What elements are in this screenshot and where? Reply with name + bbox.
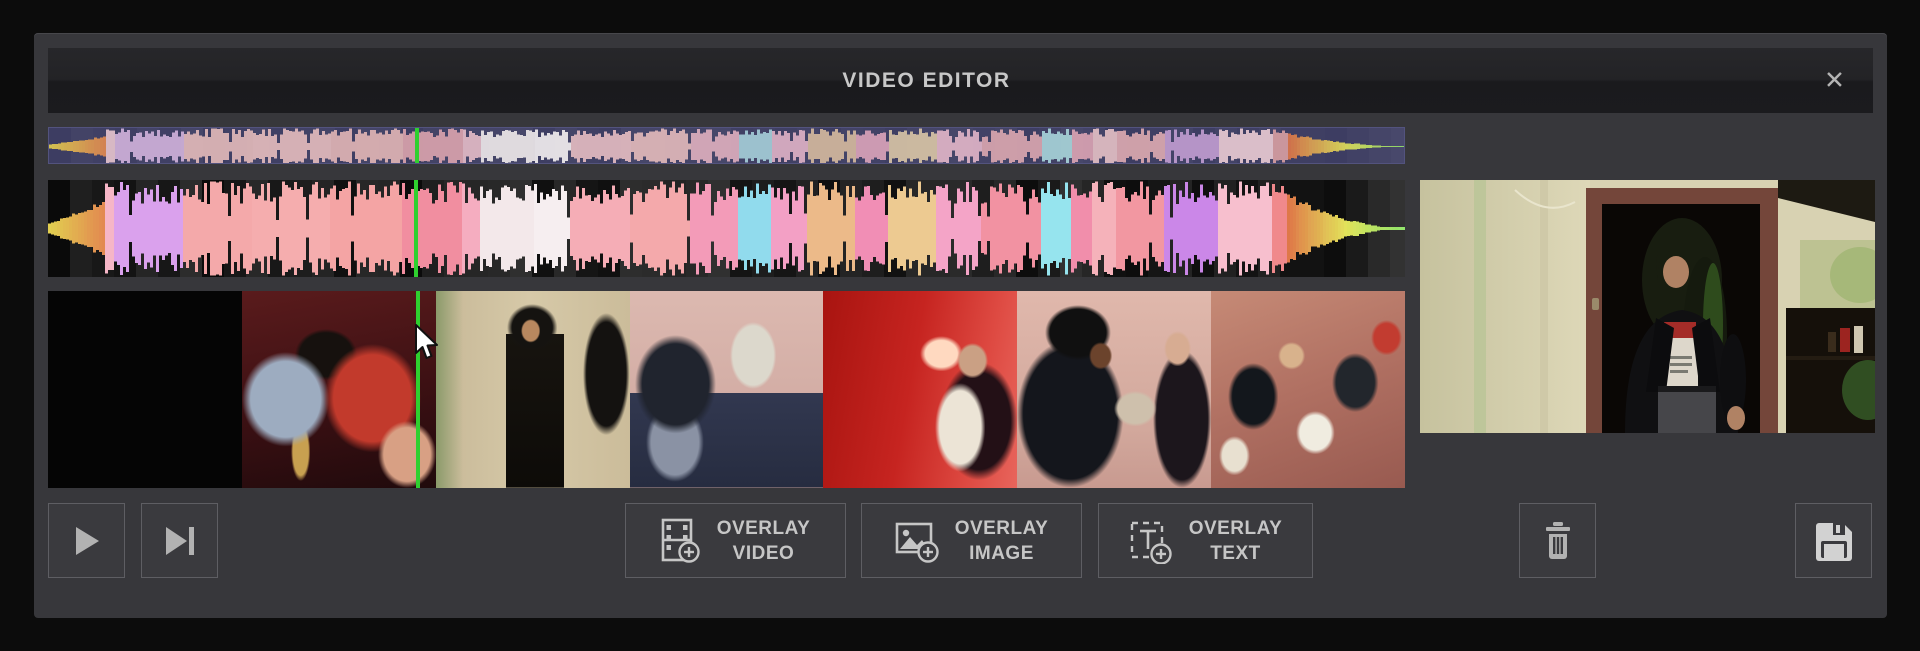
overlay-image-label: OVERLAY IMAGE — [955, 516, 1049, 566]
overlay-text-button[interactable]: OVERLAY TEXT — [1098, 503, 1313, 578]
overlay-text-icon — [1129, 518, 1173, 564]
video-thumbnail-black-frame[interactable] — [48, 291, 242, 488]
video-thumbnail-hat-exchange[interactable] — [1017, 291, 1211, 488]
video-thumbnail-couch-scene[interactable] — [630, 291, 824, 488]
skip-to-end-icon — [164, 525, 196, 557]
delete-button[interactable] — [1519, 503, 1596, 578]
overlay-text-label: OVERLAY TEXT — [1189, 516, 1283, 566]
overview-waveform — [49, 128, 1405, 164]
overlay-video-label: OVERLAY VIDEO — [717, 516, 811, 566]
play-icon — [73, 525, 101, 557]
video-thumbnail-red-curtain-dancer[interactable] — [823, 291, 1017, 488]
playhead-filmstrip[interactable] — [416, 291, 420, 488]
preview-frame-image — [1420, 180, 1875, 433]
window-title: VIDEO EDITOR — [842, 69, 1010, 93]
audio-waveform-track[interactable] — [48, 180, 1405, 277]
play-button[interactable] — [48, 503, 125, 578]
skip-to-end-button[interactable] — [141, 503, 218, 578]
overlay-image-button[interactable]: OVERLAY IMAGE — [861, 503, 1082, 578]
overlay-image-icon — [895, 518, 939, 564]
video-preview — [1420, 180, 1875, 433]
trash-icon — [1541, 520, 1575, 562]
video-timeline-track[interactable] — [48, 291, 1405, 488]
main-waveform — [48, 180, 1405, 277]
close-icon[interactable]: ✕ — [1818, 66, 1851, 95]
video-thumbnail-dancer-in-doorway[interactable] — [436, 291, 630, 488]
save-icon — [1811, 518, 1857, 564]
video-editor-panel: VIDEO EDITOR ✕ — [34, 33, 1887, 618]
playhead-main[interactable] — [414, 180, 418, 277]
overlay-video-icon — [661, 518, 701, 564]
playhead-overview[interactable] — [415, 128, 419, 163]
save-button[interactable] — [1795, 503, 1872, 578]
titlebar: VIDEO EDITOR ✕ — [48, 48, 1873, 113]
mouse-cursor-icon — [414, 324, 440, 362]
overlay-video-button[interactable]: OVERLAY VIDEO — [625, 503, 846, 578]
audio-overview-track[interactable] — [48, 127, 1405, 164]
video-thumbnail-party-scene[interactable] — [242, 291, 436, 488]
video-thumbnail-crowd-scene[interactable] — [1211, 291, 1405, 488]
